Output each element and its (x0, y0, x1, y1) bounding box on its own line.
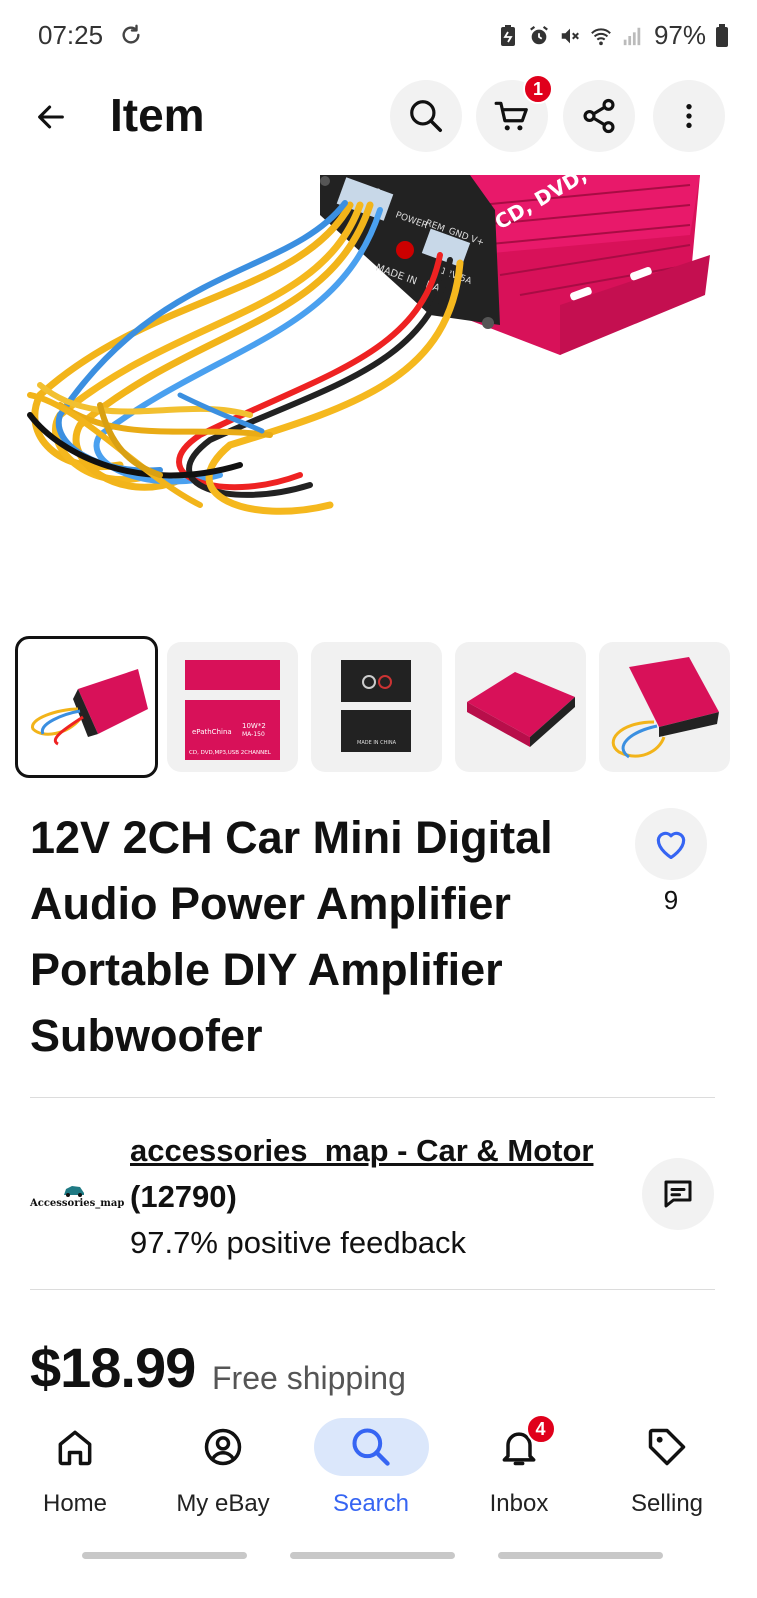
gesture-bar (290, 1552, 455, 1559)
share-icon (583, 98, 615, 134)
inbox-badge: 4 (525, 1414, 556, 1444)
nav-inbox-label: Inbox (489, 1490, 549, 1517)
thumbnail-image: MADE IN CHINA (341, 660, 411, 752)
gesture-bar (82, 1552, 247, 1559)
battery-icon (716, 23, 728, 47)
divider (30, 1097, 715, 1098)
nav-home-label: Home (42, 1490, 108, 1517)
nav-my-ebay[interactable]: My eBay (148, 1418, 298, 1518)
status-icons: 97% (497, 20, 729, 51)
thumb-model: 10W*2 (242, 722, 266, 730)
watch-button[interactable] (635, 808, 707, 880)
page-title: Item (110, 89, 205, 141)
seller-logo-text: Accessories_map (30, 1198, 125, 1209)
thumbnail-image (31, 669, 148, 746)
thumb-brand: ePathChina (192, 728, 232, 736)
nav-search[interactable]: Search (296, 1418, 446, 1518)
thumbnail-4[interactable] (455, 642, 586, 772)
battery-saver-icon (500, 24, 515, 46)
message-icon (664, 1180, 692, 1208)
signal-icon (623, 27, 641, 45)
seller-logo[interactable]: Accessories_map (30, 1183, 125, 1213)
nav-home[interactable]: Home (0, 1418, 150, 1518)
thumb-channel: CD, DVD,MP3,USB 2CHANNEL (189, 750, 272, 756)
mute-icon (561, 28, 579, 43)
app-header: Item 1 (0, 74, 757, 158)
heart-icon (656, 831, 686, 860)
tag-icon (648, 1428, 686, 1466)
contact-seller-button[interactable] (642, 1158, 714, 1230)
thumbnail-5[interactable] (599, 642, 730, 772)
more-vertical-icon (686, 104, 692, 128)
search-icon (410, 100, 442, 132)
thumbnail-2[interactable]: ePathChina 10W*2 MA-150 CD, DVD,MP3,USB … (167, 642, 298, 772)
cart-icon (494, 101, 528, 131)
thumbnail-image (611, 657, 719, 759)
gesture-bar (498, 1552, 663, 1559)
nav-inbox[interactable]: 4 Inbox (444, 1414, 594, 1518)
back-arrow-icon (38, 105, 64, 129)
battery-percent: 97% (653, 20, 706, 50)
seller-name-link[interactable]: accessories_map - Car & Motor (130, 1133, 593, 1168)
product-main-image[interactable]: POWER REM GND V+ MADE IN NA 12V 5A L R C… (0, 175, 757, 605)
shipping-info: Free shipping (212, 1360, 406, 1396)
item-price: $18.99 (30, 1336, 196, 1399)
seller-info: accessories_map - Car & Motor (12790) 97… (130, 1128, 600, 1266)
nav-selling-label: Selling (630, 1490, 704, 1517)
share-button[interactable] (563, 80, 635, 152)
car-logo-icon (64, 1186, 84, 1197)
cart-count-badge: 1 (523, 74, 553, 104)
watch-count: 9 (663, 885, 679, 915)
bottom-navigation: Home My eBay Search 4 Inbox Selling (0, 1398, 757, 1598)
status-bar: 07:25 97% (0, 0, 757, 70)
home-icon (58, 1430, 92, 1466)
back-button[interactable] (28, 94, 74, 140)
search-icon (352, 1428, 390, 1466)
thumbnail-image: ePathChina 10W*2 MA-150 CD, DVD,MP3,USB … (185, 660, 280, 760)
status-time: 07:25 (38, 20, 104, 50)
seller-feedback: 97.7% positive feedback (130, 1225, 467, 1260)
search-button[interactable] (390, 80, 462, 152)
nav-my-ebay-label: My eBay (176, 1490, 270, 1517)
amplifier-image: POWER REM GND V+ MADE IN NA 12V 5A L R C… (27, 175, 710, 515)
alarm-icon (530, 25, 548, 44)
user-circle-icon (204, 1428, 242, 1466)
sync-icon (122, 24, 140, 44)
thumbnail-image (467, 672, 575, 747)
nav-search-label: Search (332, 1490, 410, 1517)
seller-feedback-count: (12790) (130, 1179, 237, 1214)
thumbnail-1[interactable] (15, 636, 158, 778)
more-options-button[interactable] (653, 80, 725, 152)
nav-selling[interactable]: Selling (592, 1418, 742, 1518)
thumbnail-3[interactable]: MADE IN CHINA (311, 642, 442, 772)
image-thumbnails: ePathChina 10W*2 MA-150 CD, DVD,MP3,USB … (15, 636, 757, 778)
thumb-madein: MADE IN CHINA (357, 740, 397, 746)
divider (30, 1289, 715, 1290)
thumb-model2: MA-150 (242, 731, 265, 738)
item-title: 12V 2CH Car Mini Digital Audio Power Amp… (30, 812, 553, 1061)
wifi-icon (591, 27, 611, 45)
